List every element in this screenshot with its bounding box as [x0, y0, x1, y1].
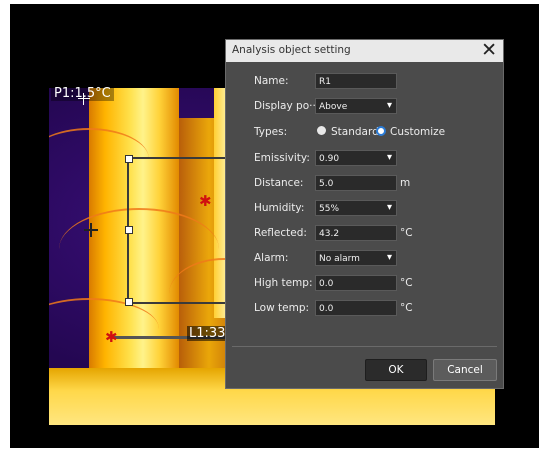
high-temp-unit: °C: [400, 277, 413, 289]
high-temp-input[interactable]: 0.0: [315, 275, 397, 291]
distance-row: Distance: 5.0 m: [226, 175, 503, 193]
display-position-row: Display po··· Above: [226, 98, 503, 116]
analysis-object-dialog: Analysis object setting ✕ Name: R1 Displ…: [225, 39, 504, 389]
customize-radio[interactable]: [376, 126, 386, 136]
alarm-row: Alarm: No alarm: [226, 250, 503, 268]
low-temp-input[interactable]: 0.0: [315, 300, 397, 316]
line-endpoint-marker-icon[interactable]: ✱: [105, 330, 118, 345]
high-temp-row: High temp: 0.0 °C: [226, 275, 503, 293]
types-row: Types: Standard Customize: [226, 124, 503, 142]
types-label: Types:: [254, 126, 288, 138]
resize-handle[interactable]: [125, 298, 133, 306]
low-temp-row: Low temp: 0.0 °C: [226, 300, 503, 318]
emissivity-label: Emissivity:: [254, 152, 310, 164]
humidity-row: Humidity: 55%: [226, 200, 503, 218]
region-box[interactable]: [125, 155, 241, 306]
standard-radio-label[interactable]: Standard: [331, 126, 379, 138]
emissivity-row: Emissivity: 0.90: [226, 150, 503, 168]
crosshair-icon[interactable]: [84, 223, 98, 237]
alarm-select[interactable]: No alarm: [315, 250, 397, 266]
customize-radio-label[interactable]: Customize: [390, 126, 445, 138]
reflected-row: Reflected: 43.2 °C: [226, 225, 503, 243]
display-position-select[interactable]: Above: [315, 98, 397, 114]
high-temp-label: High temp:: [254, 277, 313, 289]
ok-button[interactable]: OK: [365, 359, 427, 381]
standard-radio[interactable]: [317, 126, 326, 135]
alarm-label: Alarm:: [254, 252, 289, 264]
name-input[interactable]: R1: [315, 73, 397, 89]
distance-input[interactable]: 5.0: [315, 175, 397, 191]
display-position-label: Display po···: [254, 100, 320, 112]
hot-spot-marker-icon: ✱: [199, 192, 212, 210]
dialog-titlebar[interactable]: Analysis object setting ✕: [226, 39, 503, 62]
name-row: Name: R1: [226, 73, 503, 91]
distance-label: Distance:: [254, 177, 304, 189]
emissivity-select[interactable]: 0.90: [315, 150, 397, 166]
line-measurement-label: L1:33: [187, 326, 228, 341]
resize-handle[interactable]: [125, 155, 133, 163]
dialog-title: Analysis object setting: [232, 44, 351, 56]
distance-unit: m: [400, 177, 411, 189]
reflected-unit: °C: [400, 227, 413, 239]
humidity-select[interactable]: 55%: [315, 200, 397, 216]
reflected-label: Reflected:: [254, 227, 307, 239]
reflected-input[interactable]: 43.2: [315, 225, 397, 241]
resize-handle[interactable]: [125, 226, 133, 234]
low-temp-unit: °C: [400, 302, 413, 314]
cancel-button[interactable]: Cancel: [433, 359, 497, 381]
point-crosshair-icon[interactable]: [78, 93, 90, 105]
low-temp-label: Low temp:: [254, 302, 310, 314]
close-icon[interactable]: ✕: [481, 39, 497, 61]
dialog-divider: [232, 346, 497, 347]
humidity-label: Humidity:: [254, 202, 305, 214]
name-label: Name:: [254, 75, 289, 87]
